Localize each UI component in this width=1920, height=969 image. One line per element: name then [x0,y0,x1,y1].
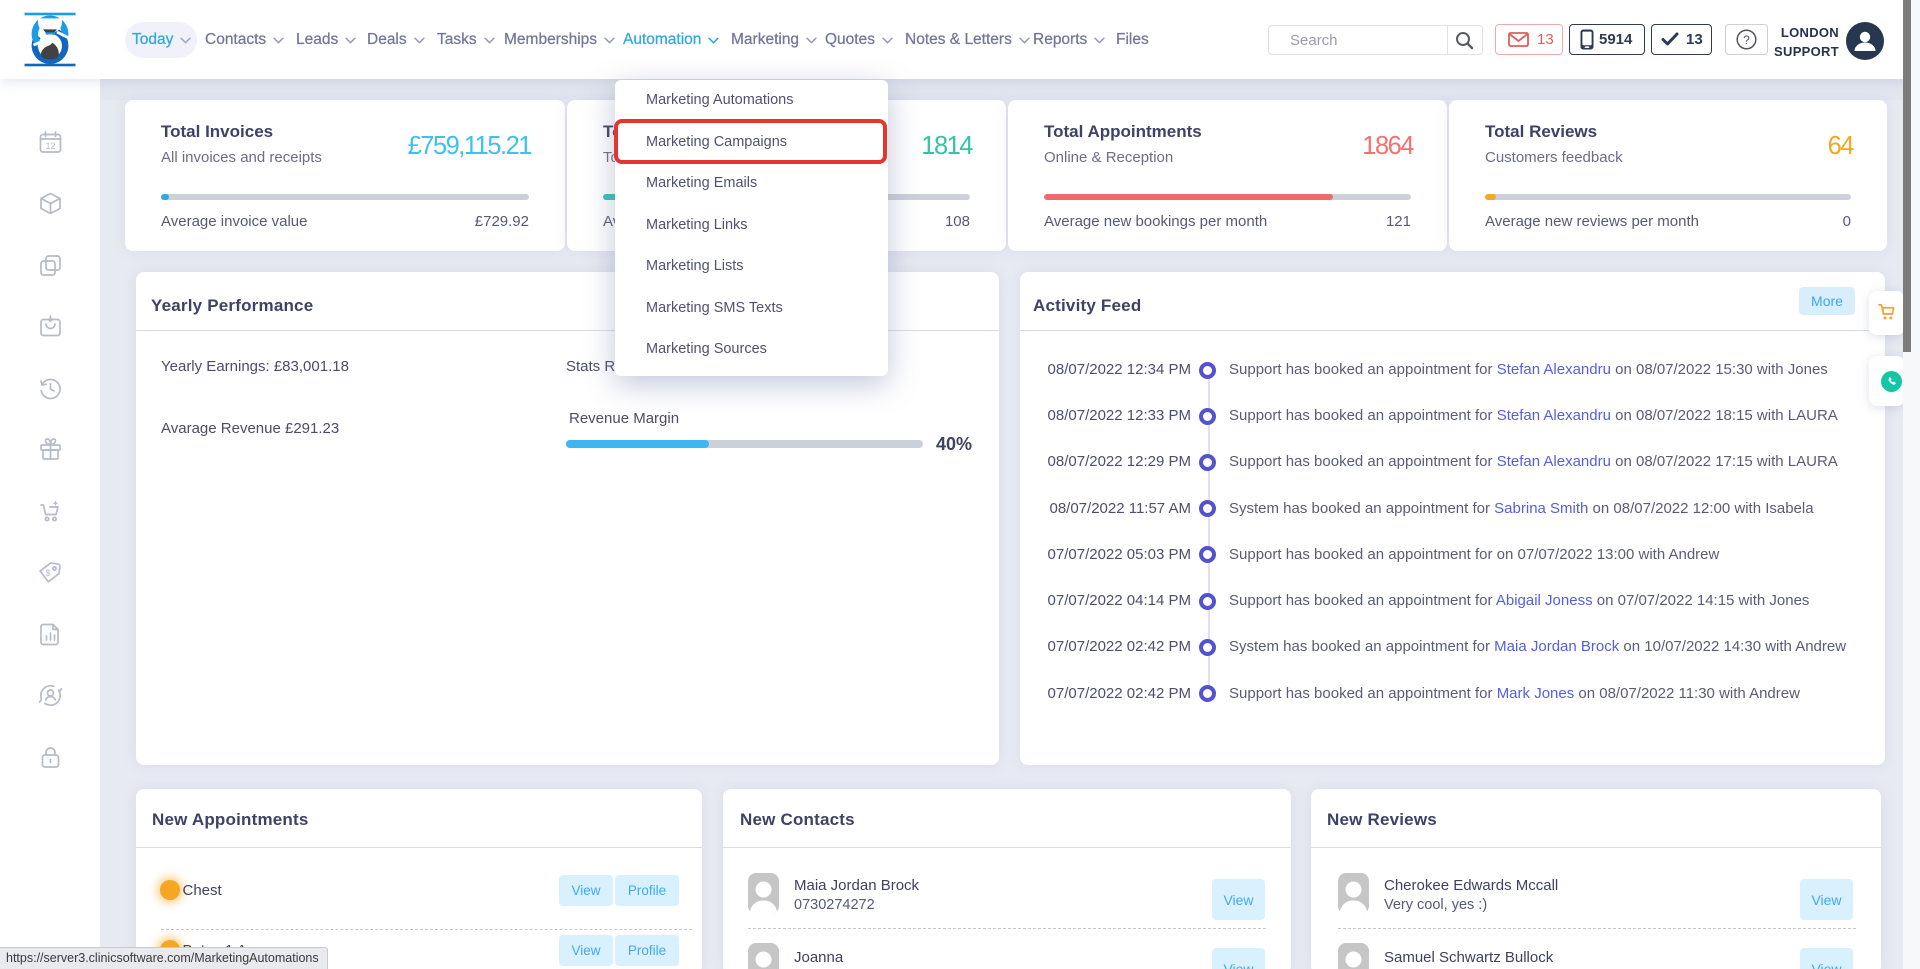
svg-text:12: 12 [45,141,55,151]
svg-text:?: ? [1743,33,1750,47]
svg-text:$: $ [45,568,50,578]
